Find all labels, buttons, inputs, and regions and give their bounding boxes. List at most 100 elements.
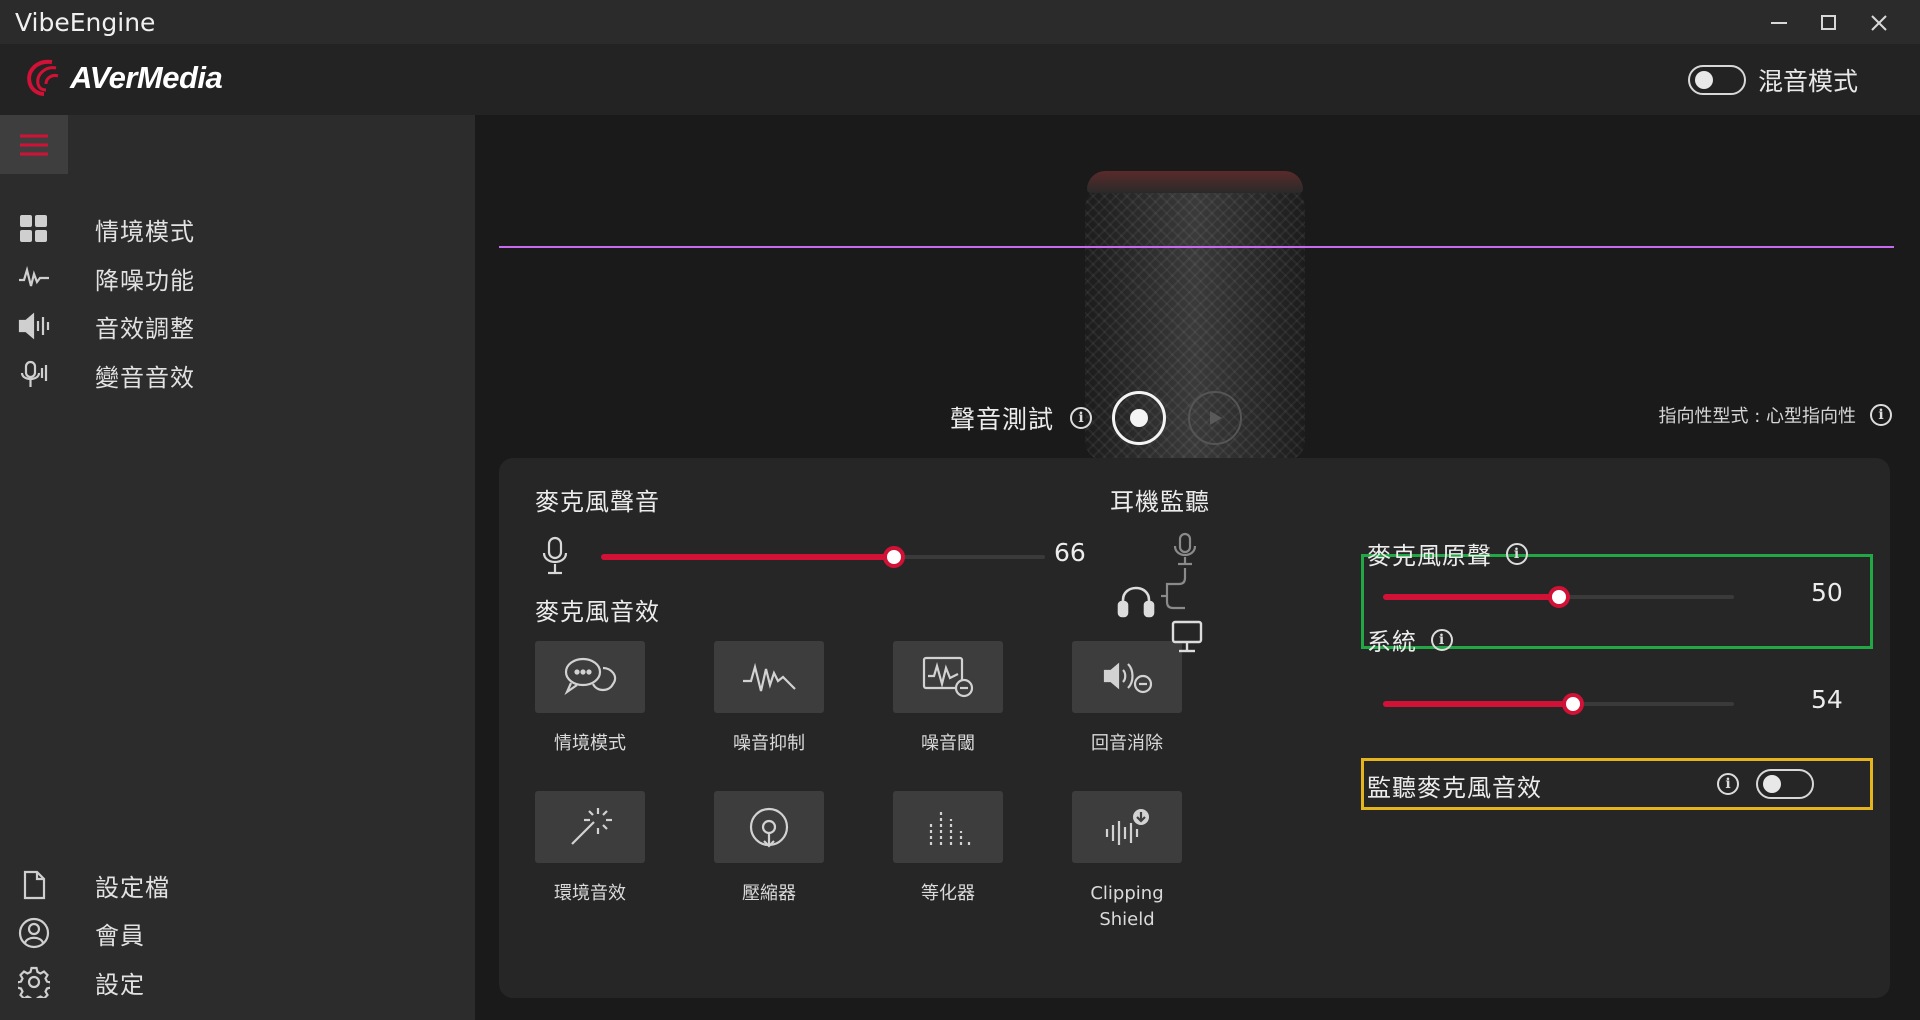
minimize-icon xyxy=(1771,22,1787,24)
control-panel: 麥克風聲音 66 麥克風音效 情境模式 噪音抑制 噪音閾 回音消除 環境音效 壓… xyxy=(499,458,1890,998)
effect-noise-gate[interactable]: 噪音閾 xyxy=(893,641,1003,757)
app-title: VibeEngine xyxy=(15,7,156,37)
sidebar-item-label: 情境模式 xyxy=(95,217,195,246)
sidebar-item-audio-adjust[interactable]: 音效調整 xyxy=(0,301,475,351)
brand-logo: AVerMedia xyxy=(22,58,223,98)
system-volume-slider[interactable] xyxy=(1383,690,1734,718)
system-info-icon[interactable]: i xyxy=(1431,628,1453,651)
effect-label: 情境模式 xyxy=(554,733,626,754)
effect-label: 噪音抑制 xyxy=(733,733,805,754)
effect-compressor[interactable]: 壓縮器 xyxy=(714,791,824,907)
echo-cancel-icon xyxy=(1103,662,1153,694)
sound-test-info-icon[interactable]: i xyxy=(1070,407,1093,429)
compressor-icon xyxy=(749,807,789,848)
mic-effects-title: 麥克風音效 xyxy=(535,598,660,626)
monitor-icon xyxy=(1171,620,1203,653)
mic-volume-value: 66 xyxy=(1054,538,1086,567)
effect-label: 噪音閾 xyxy=(921,733,975,754)
gear-icon xyxy=(17,965,51,999)
mix-mode-control: 混音模式 xyxy=(1687,62,1858,98)
main-content: 聲音測試 i 指向性型式 : 心型指向性 i 麥克風聲音 66 麥克風音效 情境… xyxy=(475,115,1920,1020)
play-button[interactable] xyxy=(1188,391,1243,445)
sound-test-label: 聲音測試 xyxy=(950,405,1055,434)
minimize-button[interactable] xyxy=(1755,6,1803,40)
sidebar-item-profile[interactable]: 設定檔 xyxy=(0,860,475,910)
magic-wand-icon xyxy=(571,808,612,845)
effect-ambience[interactable]: 環境音效 xyxy=(535,791,645,907)
noise-wave-icon xyxy=(17,261,51,295)
mic-raw-info-icon[interactable]: i xyxy=(1506,542,1528,565)
clipping-shield-icon xyxy=(1105,809,1149,845)
user-icon xyxy=(17,916,51,950)
effect-equalizer[interactable]: 等化器 xyxy=(893,791,1003,907)
sidebar-item-noise-reduction[interactable]: 降噪功能 xyxy=(0,253,475,303)
title-bar: VibeEngine xyxy=(0,0,1920,44)
chat-bubbles-icon xyxy=(564,657,617,696)
effect-label: Clipping Shield xyxy=(1090,883,1164,930)
sidebar-item-label: 設定 xyxy=(95,970,145,999)
headphones-icon xyxy=(1117,586,1155,618)
sidebar-item-settings[interactable]: 設定 xyxy=(0,957,475,1007)
mic-raw-thumb[interactable] xyxy=(1547,586,1570,608)
effect-label: 等化器 xyxy=(921,883,975,904)
system-volume-thumb[interactable] xyxy=(1561,693,1584,715)
effect-label: 環境音效 xyxy=(554,883,626,904)
record-button[interactable] xyxy=(1112,391,1167,445)
monitor-fx-info-icon[interactable]: i xyxy=(1717,773,1739,795)
mic-raw-label: 麥克風原聲 xyxy=(1367,542,1492,570)
effect-button[interactable] xyxy=(535,641,645,713)
close-button[interactable] xyxy=(1855,6,1903,40)
sidebar: 情境模式 降噪功能 音效調整 變音音效 設定檔 會員 設定 xyxy=(0,115,475,1020)
effect-scene-mode[interactable]: 情境模式 xyxy=(535,641,645,757)
mix-mode-label: 混音模式 xyxy=(1757,67,1858,96)
effect-noise-suppression[interactable]: 噪音抑制 xyxy=(714,641,824,757)
effect-button[interactable] xyxy=(714,641,824,713)
record-icon xyxy=(1130,409,1149,427)
close-icon xyxy=(1871,15,1887,31)
sidebar-item-member[interactable]: 會員 xyxy=(0,908,475,958)
effect-button[interactable] xyxy=(714,791,824,863)
monitor-routing-diagram xyxy=(1117,532,1203,653)
menu-button[interactable] xyxy=(0,115,68,174)
mix-mode-toggle[interactable] xyxy=(1687,65,1746,95)
speaker-icon xyxy=(17,309,51,343)
avermedia-logo-icon xyxy=(27,59,59,96)
noise-gate-icon xyxy=(922,656,974,698)
sidebar-item-label: 變音音效 xyxy=(95,363,195,392)
equalizer-icon xyxy=(929,811,971,845)
sidebar-item-scene-mode[interactable]: 情境模式 xyxy=(0,204,475,254)
maximize-icon xyxy=(1821,15,1836,30)
noise-suppression-icon xyxy=(743,662,796,692)
headphone-monitor-title: 耳機監聽 xyxy=(1110,488,1210,516)
system-label: 系統 xyxy=(1367,628,1417,656)
effect-button[interactable] xyxy=(893,641,1003,713)
effect-label: 回音消除 xyxy=(1091,733,1163,754)
voice-change-icon xyxy=(17,358,51,392)
system-volume-value: 54 xyxy=(1811,685,1843,714)
mic-raw-header: 麥克風原聲 i xyxy=(1367,536,1528,571)
effect-echo-cancel[interactable]: 回音消除 xyxy=(1072,641,1182,757)
audio-waveform xyxy=(499,175,1894,315)
sidebar-item-voice-changer[interactable]: 變音音效 xyxy=(0,350,475,400)
sidebar-item-label: 音效調整 xyxy=(95,314,195,343)
polar-pattern-info-icon[interactable]: i xyxy=(1870,404,1892,426)
effect-label: 壓縮器 xyxy=(742,883,796,904)
effect-button[interactable] xyxy=(535,791,645,863)
mic-volume-thumb[interactable] xyxy=(883,546,906,568)
mic-raw-slider[interactable] xyxy=(1383,583,1734,611)
microphone-icon xyxy=(542,536,568,575)
polar-pattern: 指向性型式 : 心型指向性 i xyxy=(1658,402,1892,428)
monitor-fx-label: 監聽麥克風音效 xyxy=(1367,774,1542,802)
brand-name: AVerMedia xyxy=(70,60,223,95)
hamburger-icon xyxy=(20,134,48,155)
mic-volume-slider[interactable] xyxy=(601,543,1045,571)
system-header: 系統 i xyxy=(1367,622,1453,657)
effect-button[interactable] xyxy=(893,791,1003,863)
mic-raw-value: 50 xyxy=(1811,578,1843,607)
app-header: AVerMedia 混音模式 xyxy=(0,44,1920,115)
monitor-fx-toggle[interactable] xyxy=(1756,769,1814,799)
maximize-button[interactable] xyxy=(1805,6,1853,40)
sound-test-bar: 聲音測試 i xyxy=(950,391,1243,445)
effect-button[interactable] xyxy=(1072,791,1182,863)
effect-clipping-shield[interactable]: Clipping Shield xyxy=(1072,791,1182,933)
